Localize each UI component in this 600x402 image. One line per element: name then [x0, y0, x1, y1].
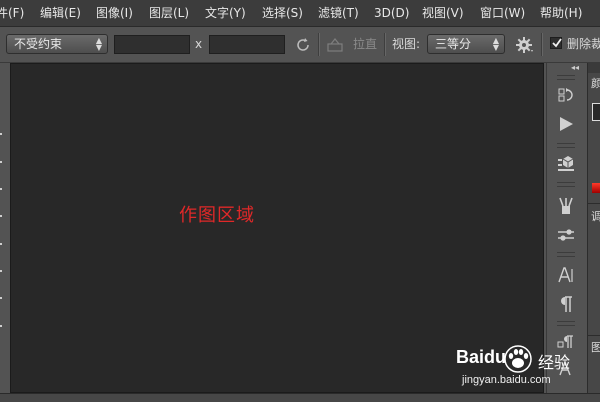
ruler-tick [0, 243, 2, 245]
panel-header [588, 63, 600, 73]
overlay-view-select[interactable]: 三等分 ▲ ▼ [427, 34, 505, 54]
menu-edit[interactable]: 编辑(E) [40, 0, 81, 26]
gear-icon[interactable] [515, 36, 535, 54]
menu-type[interactable]: 文字(Y) [205, 0, 246, 26]
canvas-work-area[interactable]: 作图区域 [10, 63, 544, 393]
delete-cropped-checkbox[interactable] [550, 37, 562, 49]
panel-separator [588, 203, 600, 204]
ruler-tick [0, 270, 2, 272]
menu-bar: 件(F) 编辑(E) 图像(I) 图层(L) 文字(Y) 选择(S) 滤镜(T)… [0, 0, 600, 27]
options-bar: 不受约束 ▲ ▼ x 拉直 视图: 三等分 ▲ ▼ 删除裁 [0, 27, 600, 63]
history-icon[interactable] [557, 86, 575, 104]
menu-image[interactable]: 图像(I) [96, 0, 133, 26]
character-icon[interactable] [557, 266, 575, 284]
panel-grip[interactable] [557, 252, 575, 257]
menu-3d[interactable]: 3D(D) [374, 0, 409, 26]
canvas-area-label: 作图区域 [179, 205, 255, 226]
straighten-label[interactable]: 拉直 [353, 35, 377, 54]
delete-cropped-label[interactable]: 删除裁 [567, 35, 600, 54]
collapse-panels-icon[interactable]: ◂◂ [571, 63, 579, 72]
menu-help[interactable]: 帮助(H) [540, 0, 582, 26]
adjustments-panel-tab[interactable]: 调 [591, 208, 600, 224]
divider [318, 33, 320, 56]
width-input[interactable] [114, 35, 190, 54]
divider [541, 33, 543, 56]
swap-rotate-icon[interactable] [294, 36, 312, 54]
overlay-view-value: 三等分 [435, 37, 472, 51]
panel-dock-icons: ◂◂ [546, 63, 587, 393]
divider [384, 33, 386, 56]
paragraph-icon[interactable] [557, 295, 575, 313]
adjustments-sliders-icon[interactable] [557, 226, 575, 244]
ruler-tick [0, 161, 2, 163]
crop-ratio-value: 不受约束 [14, 37, 63, 51]
brush-presets-icon[interactable] [557, 197, 575, 215]
select-arrows-icon: ▲ ▼ [95, 36, 102, 52]
ruler-tick [0, 133, 2, 135]
height-input[interactable] [209, 35, 285, 54]
straighten-icon[interactable] [326, 37, 344, 53]
paragraph-styles-icon[interactable] [557, 334, 575, 352]
color-panel-tab[interactable]: 颜 [591, 75, 600, 91]
menu-filter[interactable]: 滤镜(T) [318, 0, 359, 26]
ruler-tick [0, 215, 2, 217]
panel-separator [588, 335, 600, 336]
panel-grip[interactable] [557, 75, 575, 80]
dimension-separator: x [195, 37, 203, 51]
3d-cube-icon[interactable] [557, 154, 575, 172]
menu-view[interactable]: 视图(V) [422, 0, 464, 26]
menu-layer[interactable]: 图层(L) [149, 0, 189, 26]
menu-file[interactable]: 件(F) [0, 0, 24, 26]
play-action-icon[interactable] [557, 115, 575, 133]
panel-grip[interactable] [557, 182, 575, 187]
left-panel-edge [0, 63, 10, 393]
ruler-tick [0, 188, 2, 190]
color-panel-edge: 颜 调 图 [587, 63, 600, 393]
view-label: 视图: [392, 37, 421, 51]
menu-select[interactable]: 选择(S) [262, 0, 303, 26]
character-styles-icon[interactable] [557, 359, 575, 377]
select-arrows-icon: ▲ ▼ [492, 36, 499, 52]
color-ramp[interactable] [592, 183, 600, 193]
menu-window[interactable]: 窗口(W) [480, 0, 525, 26]
foreground-swatch[interactable] [592, 103, 600, 121]
panel-grip[interactable] [557, 321, 575, 326]
layers-panel-tab[interactable]: 图 [591, 339, 600, 355]
ruler-tick [0, 325, 2, 327]
panel-grip[interactable] [557, 143, 575, 148]
ruler-tick [0, 297, 2, 299]
crop-ratio-select[interactable]: 不受约束 ▲ ▼ [6, 34, 108, 54]
